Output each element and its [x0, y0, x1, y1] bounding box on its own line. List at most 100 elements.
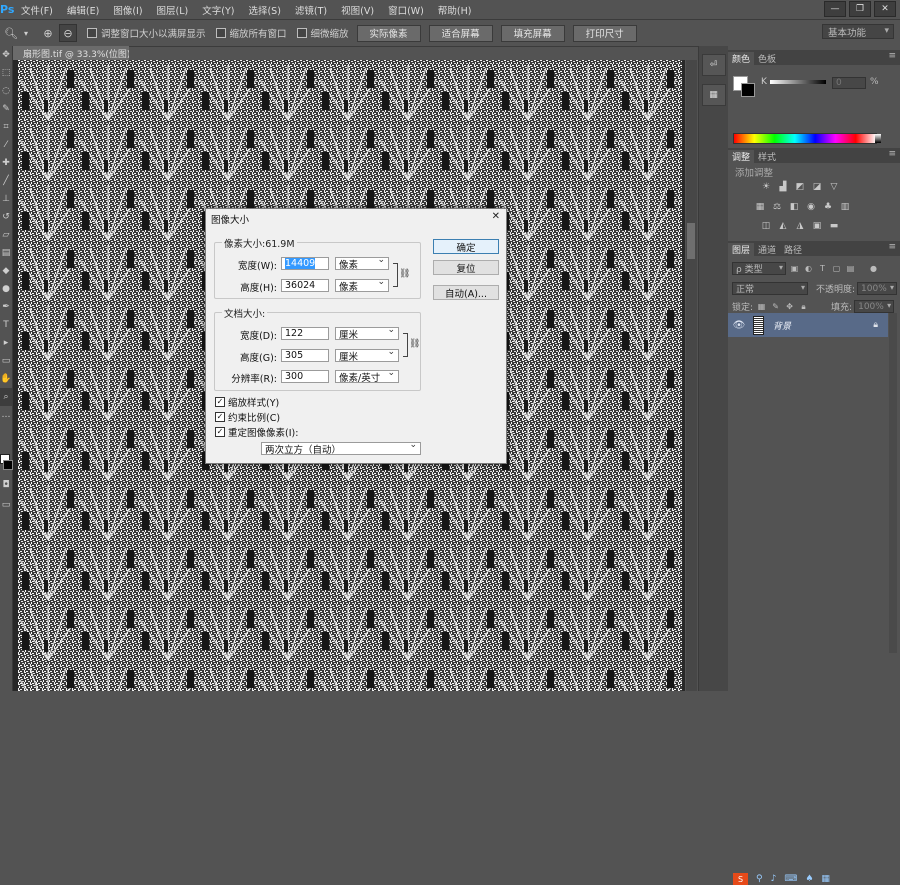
clone-stamp-tool-icon[interactable]: ⊥ [0, 190, 12, 208]
zoom-all-windows-checkbox[interactable]: 缩放所有窗口 [215, 26, 287, 40]
lock-position-icon[interactable]: ✥ [784, 301, 795, 312]
minimize-button[interactable]: — [824, 1, 846, 17]
menu-file[interactable]: 文件(F) [14, 3, 60, 17]
gradient-tool-icon[interactable]: ▤ [0, 244, 12, 262]
color-spectrum-bar[interactable] [733, 133, 877, 144]
tab-swatches[interactable]: 色板 [754, 52, 780, 65]
scrollbar-thumb[interactable] [687, 223, 695, 259]
constrain-proportions-checkbox[interactable]: ✓ 约束比例(C) [215, 410, 280, 424]
eye-icon[interactable]: 👁︎ [731, 320, 747, 331]
menu-type[interactable]: 文字(Y) [195, 3, 241, 17]
brush-tool-icon[interactable]: ╱ [0, 172, 12, 190]
resample-method-select[interactable]: 两次立方（自动） [261, 440, 421, 456]
layer-filter-select[interactable]: ρ 类型 [732, 262, 786, 275]
layer-name[interactable]: 背景 [773, 319, 791, 332]
photo-filter-icon[interactable]: ◉ [805, 201, 817, 212]
scale-styles-checkbox[interactable]: ✓ 缩放样式(Y) [215, 395, 279, 409]
workspace-select[interactable]: 基本功能 [822, 24, 894, 39]
blend-mode-select[interactable]: 正常 [732, 282, 808, 295]
opacity-input[interactable]: 100% [857, 282, 898, 295]
filter-toggle-icon[interactable]: ● [868, 263, 879, 274]
dodge-tool-icon[interactable]: ● [0, 280, 12, 298]
filter-pixel-icon[interactable]: ▣ [789, 263, 800, 274]
black-white-icon[interactable]: ◧ [788, 201, 800, 212]
shape-tool-icon[interactable]: ▭ [0, 352, 12, 370]
more-tools-icon[interactable]: … [0, 406, 12, 424]
lock-pixels-icon[interactable]: ✎ [770, 301, 781, 312]
pen-tool-icon[interactable]: ✒ [0, 298, 12, 316]
panel-menu-icon[interactable]: ≡ [888, 51, 896, 61]
filter-type-icon[interactable]: T [817, 263, 828, 274]
doc-width-unit-select[interactable]: 厘米 [335, 325, 399, 341]
panel-menu-icon[interactable]: ≡ [888, 149, 896, 159]
selective-color-icon[interactable]: ▣ [811, 220, 823, 231]
quick-mask-icon[interactable]: ◘ [0, 476, 12, 494]
fill-screen-button[interactable]: 填充屏幕 [500, 24, 565, 42]
history-brush-tool-icon[interactable]: ↺ [0, 208, 12, 226]
brightness-icon[interactable]: ☀ [760, 181, 772, 192]
panel-background-swatch[interactable] [741, 83, 755, 97]
tool-preset-dropdown-icon[interactable]: ▾ [22, 25, 30, 41]
properties-panel-icon[interactable]: ▦ [701, 84, 726, 106]
filter-smart-icon[interactable]: ▤ [845, 263, 856, 274]
tab-layers[interactable]: 图层 [728, 243, 755, 256]
levels-icon[interactable]: ▟ [777, 181, 789, 192]
resize-windows-checkbox[interactable]: 调整窗口大小以满屏显示 [87, 26, 206, 40]
tab-paths[interactable]: 路径 [780, 243, 806, 256]
menu-select[interactable]: 选择(S) [241, 3, 287, 17]
grid-icon[interactable]: ▦ [821, 874, 830, 884]
exposure-icon[interactable]: ◪ [811, 181, 823, 192]
scrubby-zoom-checkbox[interactable]: 细微缩放 [296, 26, 349, 40]
screen-mode-icon[interactable]: ▭ [0, 496, 12, 514]
crop-tool-icon[interactable]: ⌗ [0, 118, 12, 136]
zoom-in-icon[interactable]: ⊕ [40, 25, 56, 41]
zoom-tool-sidebar-icon[interactable]: ⌕ [0, 388, 12, 406]
doc-height-unit-select[interactable]: 厘米 [335, 347, 399, 363]
link-icon[interactable]: ⚲ [756, 874, 763, 884]
vertical-scrollbar[interactable] [686, 60, 697, 691]
menu-edit[interactable]: 编辑(E) [60, 3, 106, 17]
posterize-icon[interactable]: ◭ [777, 220, 789, 231]
color-lookup-icon[interactable]: ▥ [839, 201, 851, 212]
menu-window[interactable]: 窗口(W) [381, 3, 431, 17]
width-unit-select[interactable]: 像素 [335, 255, 389, 271]
resample-image-checkbox[interactable]: ✓ 重定图像像素(I): [215, 425, 298, 439]
vibrance-icon[interactable]: ▽ [828, 181, 840, 192]
doc-width-input[interactable]: 122 [281, 327, 329, 340]
panel-menu-icon[interactable]: ≡ [888, 242, 896, 252]
k-channel-slider[interactable] [770, 80, 826, 84]
resolution-input[interactable]: 300 [281, 370, 329, 383]
tab-styles[interactable]: 样式 [754, 150, 780, 163]
reset-button[interactable]: 复位 [433, 260, 499, 275]
tab-channels[interactable]: 通道 [754, 243, 780, 256]
channel-mixer-icon[interactable]: ♣ [822, 201, 834, 212]
auto-button[interactable]: 自动(A)... [433, 285, 499, 300]
close-window-button[interactable]: ✕ [874, 1, 896, 17]
tab-color[interactable]: 颜色 [728, 52, 755, 65]
lock-all-icon[interactable]: 🔒︎ [798, 301, 809, 312]
ok-button[interactable]: 确定 [433, 239, 499, 254]
layers-scrollbar[interactable] [889, 313, 897, 653]
height-input[interactable]: 36024 [281, 279, 329, 292]
resolution-unit-select[interactable]: 像素/英寸 [335, 368, 399, 384]
actual-pixels-button[interactable]: 实际像素 [356, 24, 421, 42]
dialog-close-icon[interactable]: ✕ [492, 211, 500, 222]
mic-icon[interactable]: ♪ [771, 874, 777, 884]
zoom-out-icon[interactable]: ⊖ [59, 24, 77, 42]
eyedropper-tool-icon[interactable]: ⁄ [0, 136, 12, 154]
keyboard-icon[interactable]: ⌨ [784, 874, 797, 884]
tab-adjustments[interactable]: 调整 [728, 150, 755, 163]
doc-height-input[interactable]: 305 [281, 349, 329, 362]
curves-icon[interactable]: ◩ [794, 181, 806, 192]
lock-transparency-icon[interactable]: ▦ [756, 301, 767, 312]
width-input[interactable]: 14409 [281, 257, 329, 270]
history-panel-icon[interactable]: ⏎ [701, 54, 726, 76]
filter-adjust-icon[interactable]: ◐ [803, 263, 814, 274]
hand-tool-icon[interactable]: ✋ [0, 370, 12, 388]
invert-icon[interactable]: ◫ [760, 220, 772, 231]
app-badge[interactable]: S [733, 873, 748, 885]
blur-tool-icon[interactable]: ◆ [0, 262, 12, 280]
hue-saturation-icon[interactable]: ▦ [754, 201, 766, 212]
gradient-map-icon[interactable]: ▬ [828, 220, 840, 231]
menu-image[interactable]: 图像(I) [106, 3, 149, 17]
